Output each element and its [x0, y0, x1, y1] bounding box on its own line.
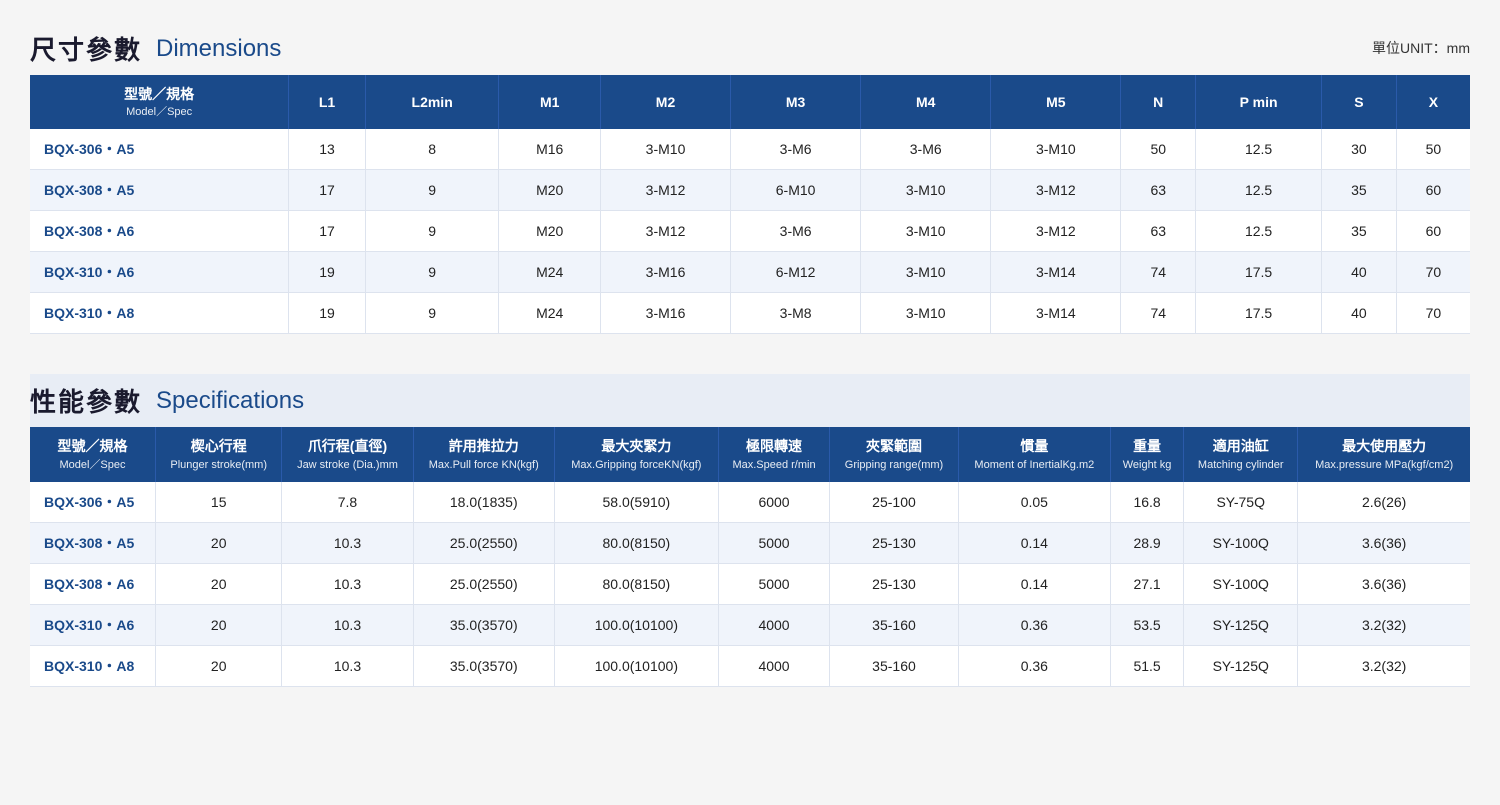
- spec-col-header: 夾緊範圍Gripping range(mm): [830, 427, 958, 481]
- spec-col-header: 最大使用壓力Max.pressure MPa(kgf/cm2): [1298, 427, 1470, 481]
- specifications-title-en: Specifications: [156, 387, 304, 415]
- table-row: BQX-310・A8199M243-M163-M83-M103-M147417.…: [30, 293, 1470, 334]
- specifications-title-zh: 性能參數: [30, 382, 142, 419]
- table-row: BQX-310・A62010.335.0(3570)100.0(10100)40…: [30, 604, 1470, 645]
- dim-col-header: 型號／規格Model／Spec: [30, 75, 289, 129]
- spec-col-header: 最大夾緊力Max.Gripping forceKN(kgf): [554, 427, 718, 481]
- dim-col-header: M3: [731, 75, 861, 129]
- table-row: BQX-308・A62010.325.0(2550)80.0(8150)5000…: [30, 563, 1470, 604]
- dim-col-header: X: [1396, 75, 1470, 129]
- spec-col-header: 型號／規格Model／Spec: [30, 427, 156, 481]
- table-row: BQX-310・A6199M243-M166-M123-M103-M147417…: [30, 252, 1470, 293]
- dim-col-header: M2: [600, 75, 730, 129]
- spec-col-header: 慣量Moment of InertialKg.m2: [958, 427, 1110, 481]
- dim-col-header: S: [1322, 75, 1397, 129]
- table-row: BQX-306・A5157.818.0(1835)58.0(5910)60002…: [30, 482, 1470, 523]
- table-row: BQX-308・A5179M203-M126-M103-M103-M126312…: [30, 170, 1470, 211]
- dim-col-header: M5: [991, 75, 1121, 129]
- dim-col-header: P min: [1196, 75, 1322, 129]
- spec-col-header: 楔心行程Plunger stroke(mm): [156, 427, 282, 481]
- spec-col-header: 適用油缸Matching cylinder: [1184, 427, 1298, 481]
- dim-col-header: M1: [499, 75, 601, 129]
- dim-col-header: L2min: [365, 75, 499, 129]
- specifications-table: 型號／規格Model／Spec楔心行程Plunger stroke(mm)爪行程…: [30, 427, 1470, 686]
- table-row: BQX-308・A6179M203-M123-M63-M103-M126312.…: [30, 211, 1470, 252]
- spec-col-header: 重量Weight kg: [1111, 427, 1184, 481]
- spec-col-header: 爪行程(直徑)Jaw stroke (Dia.)mm: [282, 427, 413, 481]
- dimensions-title-en: Dimensions: [156, 35, 281, 63]
- dimensions-title-zh: 尺寸參數: [30, 30, 142, 67]
- dimensions-table: 型號／規格Model／SpecL1L2minM1M2M3M4M5NP minSX…: [30, 75, 1470, 334]
- table-row: BQX-308・A52010.325.0(2550)80.0(8150)5000…: [30, 522, 1470, 563]
- dim-col-header: M4: [861, 75, 991, 129]
- dimensions-section-header: 尺寸參數 Dimensions 單位UNIT：mm: [30, 20, 1470, 75]
- dim-col-header: N: [1121, 75, 1196, 129]
- spec-col-header: 許用推拉力Max.Pull force KN(kgf): [413, 427, 554, 481]
- dim-col-header: L1: [289, 75, 366, 129]
- unit-label: 單位UNIT：mm: [1372, 38, 1470, 58]
- spec-col-header: 極限轉速Max.Speed r/min: [718, 427, 829, 481]
- table-row: BQX-310・A82010.335.0(3570)100.0(10100)40…: [30, 645, 1470, 686]
- table-row: BQX-306・A5138M163-M103-M63-M63-M105012.5…: [30, 129, 1470, 170]
- specifications-section-header: 性能參數 Specifications: [30, 374, 1470, 427]
